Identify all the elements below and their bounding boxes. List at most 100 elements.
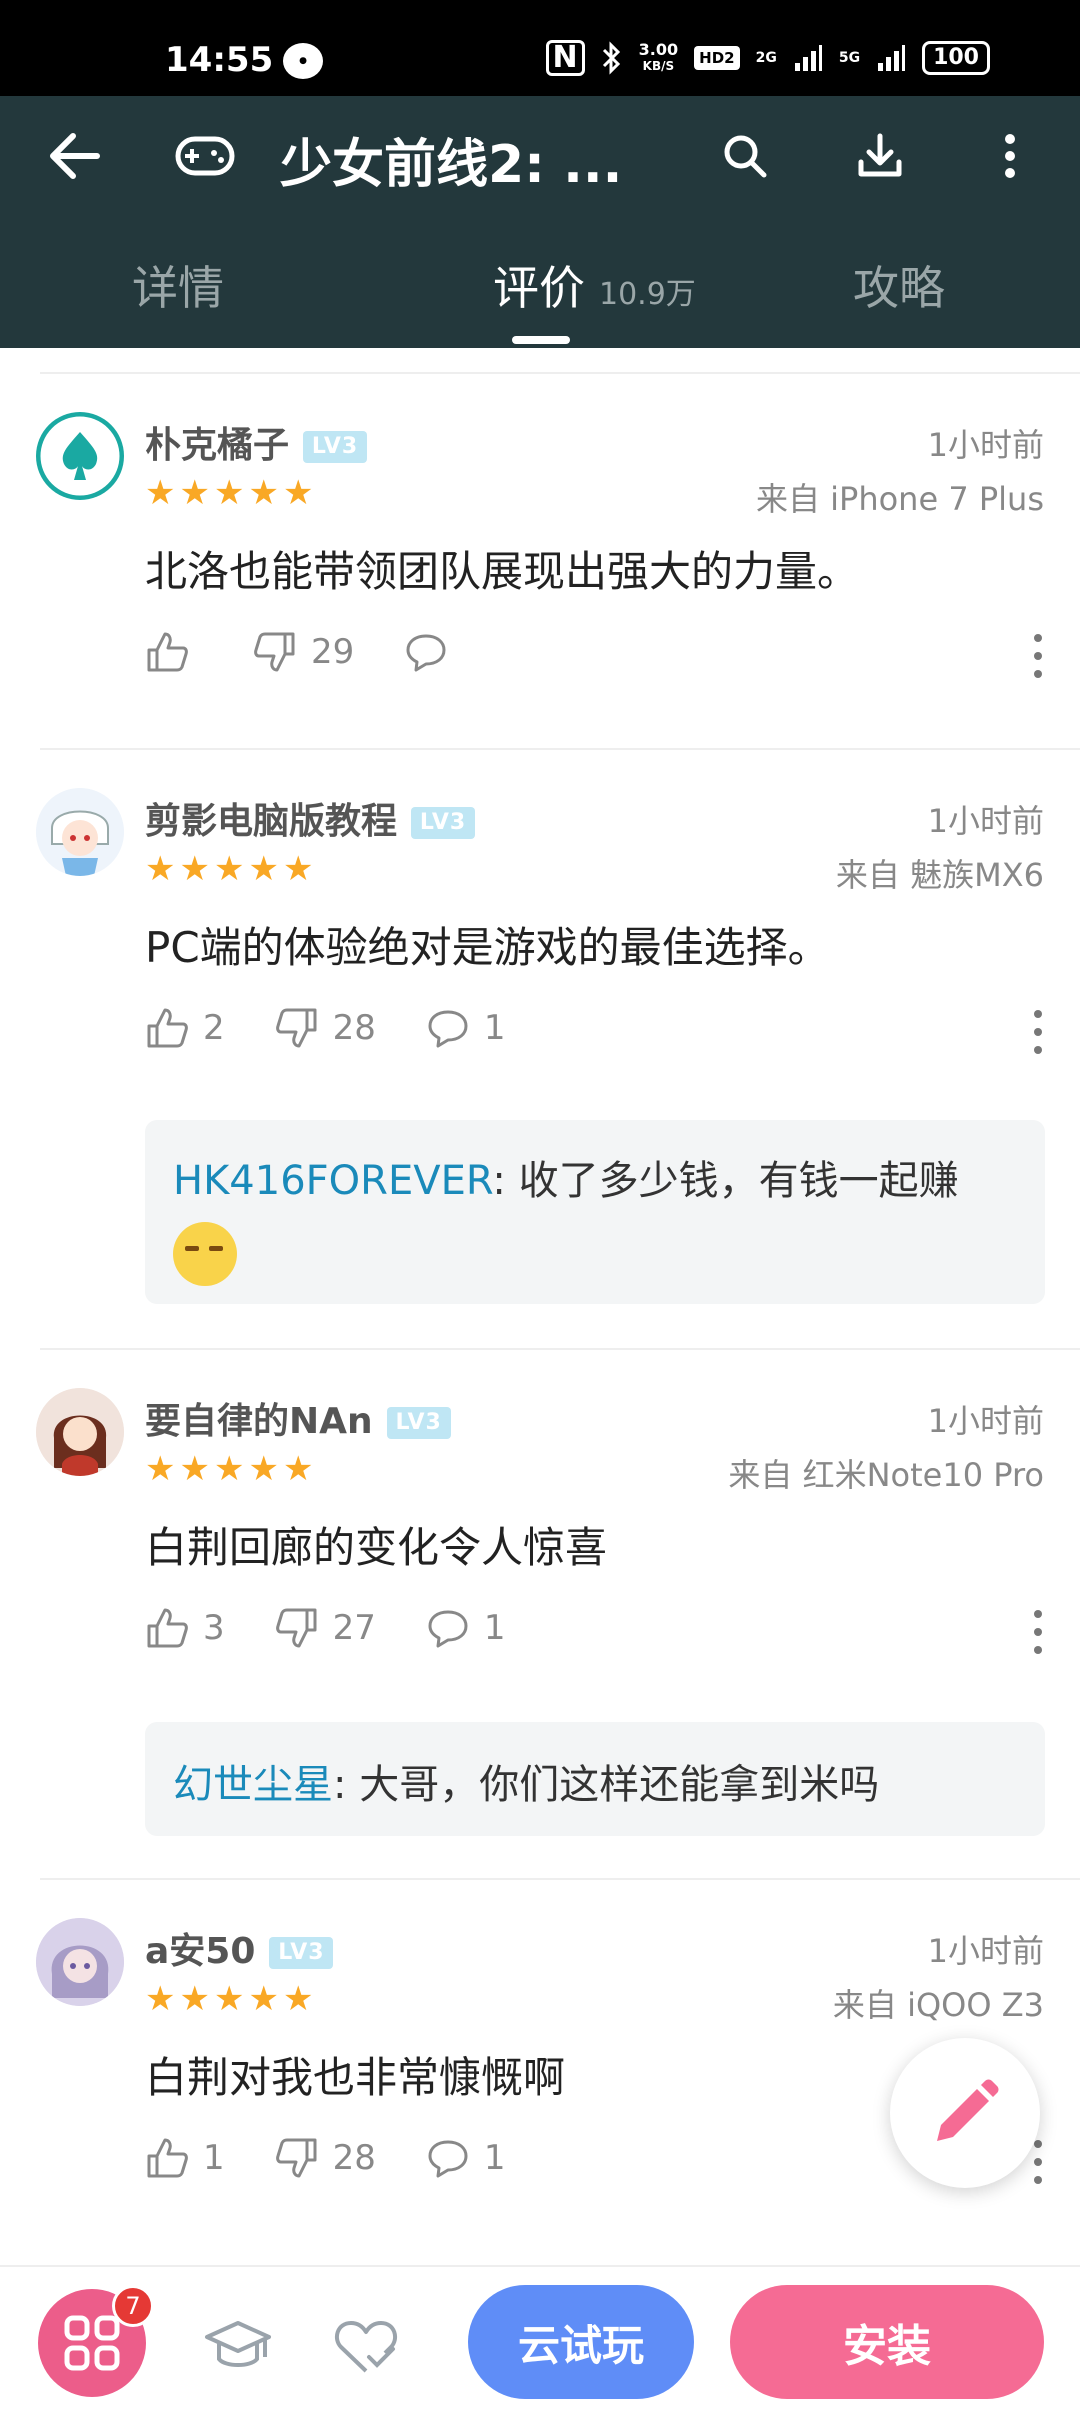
bluetooth-icon [602,41,620,75]
username[interactable]: a安50 LV3 [145,1922,334,1974]
comment-button[interactable]: 1 [426,1606,506,1650]
girl-avatar-icon [36,1388,124,1476]
reply-text: : 大哥，你们这样还能拿到米吗 [333,1762,880,1808]
thumbs-down-icon [275,1608,317,1648]
review-content[interactable]: 北洛也能带领团队展现出强大的力量。 [145,538,859,599]
device-label: 来自 魅族MX6 [835,856,1044,894]
level-badge: LV3 [411,807,476,839]
wishlist-button[interactable] [326,2307,406,2387]
avatar[interactable] [36,1388,124,1476]
net-speed: 3.00 KB/S [638,40,679,74]
star-icon: ★ [282,849,314,889]
signal-2g: 2G [755,50,777,66]
rating-stars: ★ ★ ★ ★ ★ [145,1982,313,2016]
more-options-button[interactable] [990,96,1030,216]
dislike-button[interactable]: 28 [275,2136,376,2180]
reply-box[interactable]: 幻世尘星: 大哥，你们这样还能拿到米吗 [145,1722,1045,1836]
like-button[interactable]: 1 [145,2136,225,2180]
heart-check-icon [334,2321,398,2373]
anime-avatar-icon [36,788,124,876]
battery-indicator: 100 [922,41,990,75]
gamepad-button[interactable] [170,96,240,216]
download-button[interactable] [840,96,920,216]
dislike-button[interactable]: 28 [275,1006,376,1050]
more-vertical-icon [1005,134,1015,178]
character-avatar-icon [36,1918,124,2006]
reply-username[interactable]: 幻世尘星 [173,1762,333,1808]
review-more-button[interactable] [1032,634,1044,678]
review-content[interactable]: 白荆对我也非常慷慨啊 [145,2044,565,2105]
install-button[interactable]: 安装 [730,2285,1044,2399]
cloud-play-button[interactable]: 云试玩 [468,2285,694,2399]
write-review-button[interactable] [890,2038,1040,2188]
like-button[interactable] [145,630,203,674]
tab-reviews[interactable]: 评价 10.9万 [493,252,696,318]
status-time: 14:55 [165,40,274,80]
avatar[interactable] [36,1918,124,2006]
like-button[interactable]: 3 [145,1606,225,1650]
divider [40,372,1080,374]
star-icon: ★ [145,1449,176,1489]
review-time: 1小时前 [927,426,1044,464]
star-icon: ★ [145,473,176,513]
reply-text: : 收了多少钱，有钱一起赚 [492,1158,959,1204]
star-icon: ★ [248,1449,279,1489]
status-bar: 14:55 ● N 3.00 KB/S HD2 2G 5G 100 [0,0,1080,96]
hd-badge: HD2 [694,46,740,70]
rating-stars: ★ ★ ★ ★ ★ [145,476,313,510]
star-icon: ★ [179,1449,210,1489]
review-more-button[interactable] [1032,1010,1044,1054]
graduation-cap-button[interactable] [198,2307,278,2387]
nfc-icon: N [545,40,585,76]
review-more-button[interactable] [1032,1610,1044,1654]
comment-button[interactable]: 1 [426,2136,506,2180]
review-time: 1小时前 [927,802,1044,840]
like-button[interactable]: 2 [145,1006,225,1050]
comment-button[interactable]: 1 [426,1006,506,1050]
search-button[interactable] [710,96,780,216]
rating-stars: ★ ★ ★ ★ ★ [145,1452,313,1486]
review-actions: 29 [145,630,512,674]
dislike-button[interactable]: 27 [275,1606,376,1650]
device-label: 来自 iPhone 7 Plus [755,480,1044,518]
signal-bars-icon-2 [878,45,906,71]
comment-bubble-icon [428,1610,468,1648]
comment-button[interactable] [404,630,462,674]
tab-bar: 详情 评价 10.9万 攻略 [0,216,1080,348]
device-label: 来自 红米Note10 Pro [728,1456,1044,1494]
review-content[interactable]: PC端的体验绝对是游戏的最佳选择。 [145,914,830,975]
tab-guides[interactable]: 攻略 [853,252,945,318]
level-badge: LV3 [386,1407,451,1439]
status-icons: N 3.00 KB/S HD2 2G 5G 100 [545,40,990,76]
avatar[interactable] [36,412,124,500]
username[interactable]: 剪影电脑版教程 LV3 [145,792,476,844]
star-icon: ★ [179,1979,210,2019]
notification-badge: 7 [112,2285,154,2327]
review-time: 1小时前 [927,1932,1044,1970]
level-badge: LV3 [303,431,368,463]
review-time: 1小时前 [927,1402,1044,1440]
avatar[interactable] [36,788,124,876]
tab-details[interactable]: 详情 [132,252,224,318]
reply-username[interactable]: HK416FOREVER [173,1158,492,1204]
star-icon: ★ [145,849,176,889]
thumbs-down-icon [275,1008,317,1048]
star-icon: ★ [213,473,245,513]
graduation-cap-icon [205,2321,271,2367]
divider [40,748,1080,750]
star-icon: ★ [213,849,245,889]
notification-app-icon: ● [283,43,323,79]
dislike-button[interactable]: 29 [253,630,354,674]
review-actions: 1 28 1 [145,2136,556,2180]
thumbs-up-icon [147,1008,188,1048]
reply-box[interactable]: HK416FOREVER: 收了多少钱，有钱一起赚 [145,1120,1045,1304]
review-actions: 2 28 1 [145,1006,556,1050]
review-more-button[interactable] [1032,2140,1044,2184]
review-count: 10.9万 [599,277,696,312]
gamepad-icon [175,136,235,176]
app-header: 少女前线2: ... [0,96,1080,216]
username[interactable]: 要自律的NAn LV3 [145,1392,451,1444]
back-button[interactable] [35,96,115,216]
review-content[interactable]: 白荆回廊的变化令人惊喜 [145,1514,607,1575]
username[interactable]: 朴克橘子 LV3 [145,416,368,468]
